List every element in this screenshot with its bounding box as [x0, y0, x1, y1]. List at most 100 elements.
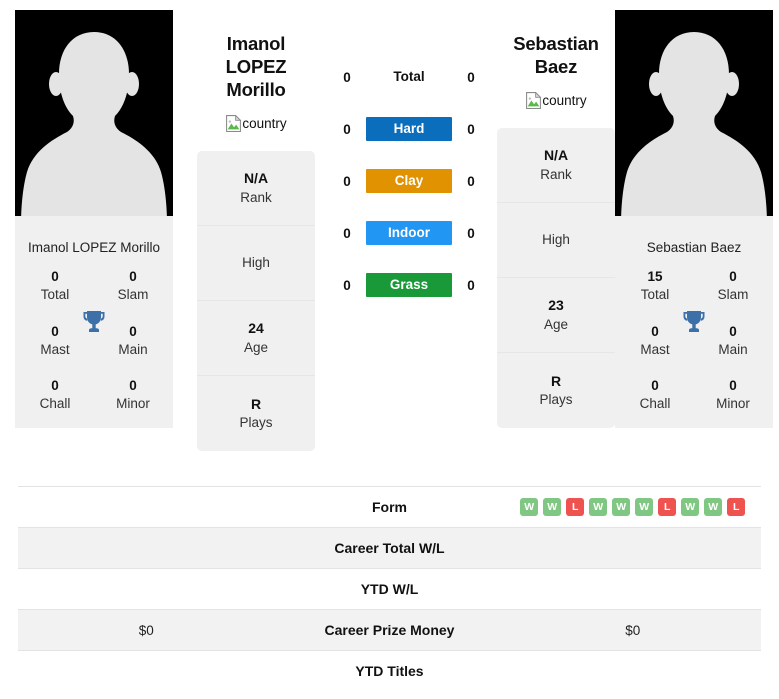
surface-comparison-column: 0 Total 0 0 Hard 0 0 Clay 0 0 Indoor 0 0 [339, 10, 479, 297]
left-player-short-name: Imanol LOPEZ Morillo [27, 240, 161, 255]
left-player-stat-card: N/A Rank High 24 Age R Plays [197, 151, 315, 452]
title-value: 0 [51, 378, 59, 394]
player-comparison-page: Imanol LOPEZ Morillo 0 Total 0 Slam 0 Ma… [0, 0, 779, 699]
stat-row-high: High [497, 203, 615, 279]
left-flag-alt-text: country [242, 116, 287, 132]
title-stat-slam: 0 Slam [707, 268, 759, 304]
form-badge-loss: L [658, 498, 677, 516]
left-player-titles-card: Imanol LOPEZ Morillo 0 Total 0 Slam 0 Ma… [15, 228, 173, 428]
surface-left-value: 0 [343, 225, 351, 241]
surface-right-value: 0 [467, 69, 475, 85]
right-titles-grid: 15 Total 0 Slam 0 Mast 0 Main 0 Chall 0 … [615, 266, 773, 413]
form-badge-loss: L [566, 498, 585, 516]
right-flag-alt-text: country [542, 93, 587, 109]
title-label: Mast [40, 341, 70, 357]
comparison-top-section: Imanol LOPEZ Morillo 0 Total 0 Slam 0 Ma… [0, 0, 779, 478]
left-titles-grid: 0 Total 0 Slam 0 Mast 0 Main 0 Chall 0 M… [15, 266, 173, 413]
title-label: Minor [716, 396, 750, 412]
form-badge-win: W [520, 498, 539, 516]
stat-label: Age [243, 339, 269, 355]
title-value: 0 [51, 323, 59, 339]
stat-label: Plays [239, 415, 273, 431]
right-player-flag: country [497, 78, 615, 112]
title-stat-total: 0 Total [29, 268, 81, 304]
surface-row-hard: 0 Hard 0 [339, 117, 479, 141]
titles-row: 0 Chall 0 Minor [15, 377, 173, 413]
form-badge-win: W [681, 498, 700, 516]
table-row-form: Form WWLWWWLWWL [18, 486, 761, 527]
stat-row-rank: N/A Rank [497, 128, 615, 204]
right-player-stat-card: N/A Rank High 23 Age R Plays [497, 128, 615, 429]
surface-row-clay: 0 Clay 0 [339, 169, 479, 193]
surface-left-value: 0 [343, 173, 351, 189]
surface-left-value: 0 [343, 277, 351, 293]
stat-value: R [550, 372, 562, 389]
title-stat-main: 0 Main [107, 323, 159, 359]
table-label-ytd-titles: YTD Titles [355, 663, 424, 679]
right-player-name-line1: Sebastian [513, 33, 599, 54]
surface-left-value: 0 [343, 69, 351, 85]
stat-value: N/A [543, 147, 569, 163]
surface-right-value: 0 [467, 173, 475, 189]
stat-row-age: 24 Age [197, 301, 315, 377]
stat-value: N/A [243, 170, 269, 187]
titles-row: 0 Total 0 Slam [15, 268, 173, 304]
title-label: Minor [116, 396, 150, 412]
surface-right-value: 0 [467, 121, 475, 137]
titles-row: 0 Chall 0 Minor [615, 377, 773, 413]
right-form-badges: WWLWWWLWWL [505, 498, 762, 516]
surface-label-indoor[interactable]: Indoor [366, 221, 452, 245]
table-label-career-prize-money: Career Prize Money [324, 622, 455, 638]
stat-value: 24 [248, 320, 264, 337]
trophy-icon [83, 311, 105, 333]
titles-row: 15 Total 0 Slam [615, 268, 773, 304]
form-right-cell: WWLWWWLWWL [505, 498, 762, 516]
stat-value: 23 [548, 297, 564, 313]
title-value: 0 [651, 323, 659, 339]
title-value: 0 [651, 378, 659, 394]
title-label: Mast [640, 341, 670, 357]
title-label: Total [40, 287, 70, 303]
title-stat-total: 15 Total [629, 268, 681, 304]
table-row-career-total-wl: Career Total W/L [18, 527, 761, 568]
title-label: Slam [717, 287, 749, 303]
title-stat-chall: 0 Chall [629, 377, 681, 413]
surface-row-total: 0 Total 0 [339, 65, 479, 89]
title-stat-mast: 0 Mast [29, 323, 81, 359]
comparison-table: Form WWLWWWLWWL Career Total W/L YTD W/L… [0, 486, 779, 691]
title-stat-mast: 0 Mast [629, 323, 681, 359]
form-badge-win: W [612, 498, 631, 516]
left-player-name: Imanol LOPEZ Morillo [197, 10, 315, 101]
surface-label-hard[interactable]: Hard [366, 117, 452, 141]
stat-value: R [250, 395, 262, 412]
surface-row-grass: 0 Grass 0 [339, 273, 479, 297]
form-badge-win: W [635, 498, 654, 516]
surface-left-value: 0 [343, 121, 351, 137]
surface-right-value: 0 [467, 225, 475, 241]
right-player-titles-card: Sebastian Baez 15 Total 0 Slam 0 Mast 0 … [615, 228, 773, 428]
table-row-ytd-titles: YTD Titles [18, 650, 761, 691]
title-value: 0 [729, 378, 737, 394]
avatar-silhouette-icon [615, 10, 773, 228]
surface-label-clay[interactable]: Clay [366, 169, 452, 193]
stat-row-rank: N/A Rank [197, 151, 315, 227]
table-label-ytd-wl: YTD W/L [360, 581, 419, 597]
right-player-avatar [615, 10, 773, 228]
left-player-inner-column: Imanol LOPEZ Morillo country N/A Rank Hi… [197, 10, 315, 452]
avatar-silhouette-icon [15, 10, 173, 228]
title-label: Main [118, 341, 148, 357]
title-stat-main: 0 Main [707, 323, 759, 359]
surface-row-indoor: 0 Indoor 0 [339, 221, 479, 245]
title-value: 0 [129, 323, 137, 339]
title-value: 15 [647, 269, 663, 285]
table-row-ytd-wl: YTD W/L [18, 568, 761, 609]
right-player-outer-column: Sebastian Baez 15 Total 0 Slam 0 Mast 0 … [615, 10, 773, 428]
form-badge-win: W [704, 498, 723, 516]
surface-label-grass[interactable]: Grass [366, 273, 452, 297]
right-player-name: Sebastian Baez [497, 10, 615, 78]
table-label-form: Form [372, 499, 407, 515]
stat-row-plays: R Plays [197, 376, 315, 451]
table-label-career-total-wl: Career Total W/L [334, 540, 445, 556]
right-player-inner-column: Sebastian Baez country N/A Rank High 23 … [497, 10, 615, 429]
stat-label: High [242, 254, 270, 270]
